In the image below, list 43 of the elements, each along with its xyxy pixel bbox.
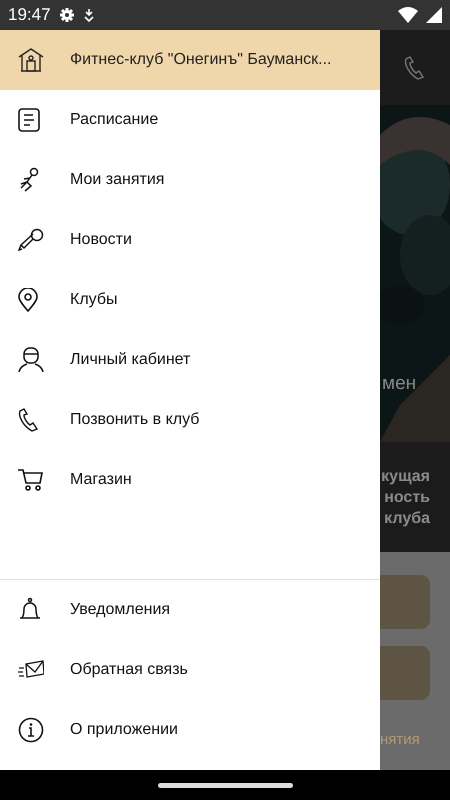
menu-item[interactable]: Позвонить в клуб bbox=[0, 390, 380, 450]
phone-icon bbox=[18, 408, 40, 432]
menu-item-label: Клубы bbox=[70, 291, 118, 309]
caption-text: ность bbox=[384, 488, 430, 508]
document-icon bbox=[18, 108, 40, 132]
menu-item[interactable]: О приложении bbox=[0, 700, 380, 760]
menu-item-label: Магазин bbox=[70, 471, 132, 489]
cart-icon bbox=[18, 468, 44, 492]
banner-title: мен bbox=[382, 373, 416, 395]
phone-icon[interactable] bbox=[404, 56, 426, 80]
menu-item[interactable]: Мои занятия bbox=[0, 150, 380, 210]
location-pin-icon bbox=[18, 288, 38, 312]
house-icon bbox=[18, 47, 44, 73]
menu-item[interactable]: Личный кабинет bbox=[0, 330, 380, 390]
menu-item-label: Расписание bbox=[70, 111, 158, 129]
menu-item[interactable]: Клубы bbox=[0, 270, 380, 330]
menu-item[interactable]: Обратная связь bbox=[0, 640, 380, 700]
person-icon bbox=[18, 347, 44, 373]
menu-item-label: Уведомления bbox=[70, 601, 170, 619]
section-label: нятия bbox=[380, 731, 421, 748]
status-time: 19:47 bbox=[8, 5, 51, 25]
menu-item[interactable]: Новости bbox=[0, 210, 380, 270]
menu-item[interactable]: Уведомления bbox=[0, 580, 380, 640]
info-icon bbox=[18, 717, 44, 743]
home-handle[interactable] bbox=[158, 782, 292, 788]
menu-item-label: Новости bbox=[70, 231, 132, 249]
caption-text: клуба bbox=[384, 508, 430, 528]
envelope-icon bbox=[18, 660, 44, 680]
signal-icon bbox=[426, 7, 442, 23]
caption-text: кущая bbox=[381, 466, 430, 486]
running-figure-icon bbox=[18, 167, 40, 193]
club-name: Фитнес-клуб "Онегинъ" Бауманск... bbox=[70, 51, 332, 69]
menu-item[interactable]: Магазин bbox=[0, 450, 380, 510]
menu-item-label: О приложении bbox=[70, 721, 178, 739]
menu-item-label: Личный кабинет bbox=[70, 351, 190, 369]
menu-item-label: Позвонить в клуб bbox=[70, 411, 200, 429]
menu-item-label: Мои занятия bbox=[70, 171, 164, 189]
download-icon bbox=[82, 8, 95, 22]
menu-item-label: Обратная связь bbox=[70, 661, 188, 679]
menu-item[interactable]: Расписание bbox=[0, 90, 380, 150]
club-selector[interactable]: Фитнес-клуб "Онегинъ" Бауманск... bbox=[0, 30, 380, 90]
gear-icon bbox=[58, 7, 75, 23]
wifi-icon bbox=[398, 7, 418, 23]
